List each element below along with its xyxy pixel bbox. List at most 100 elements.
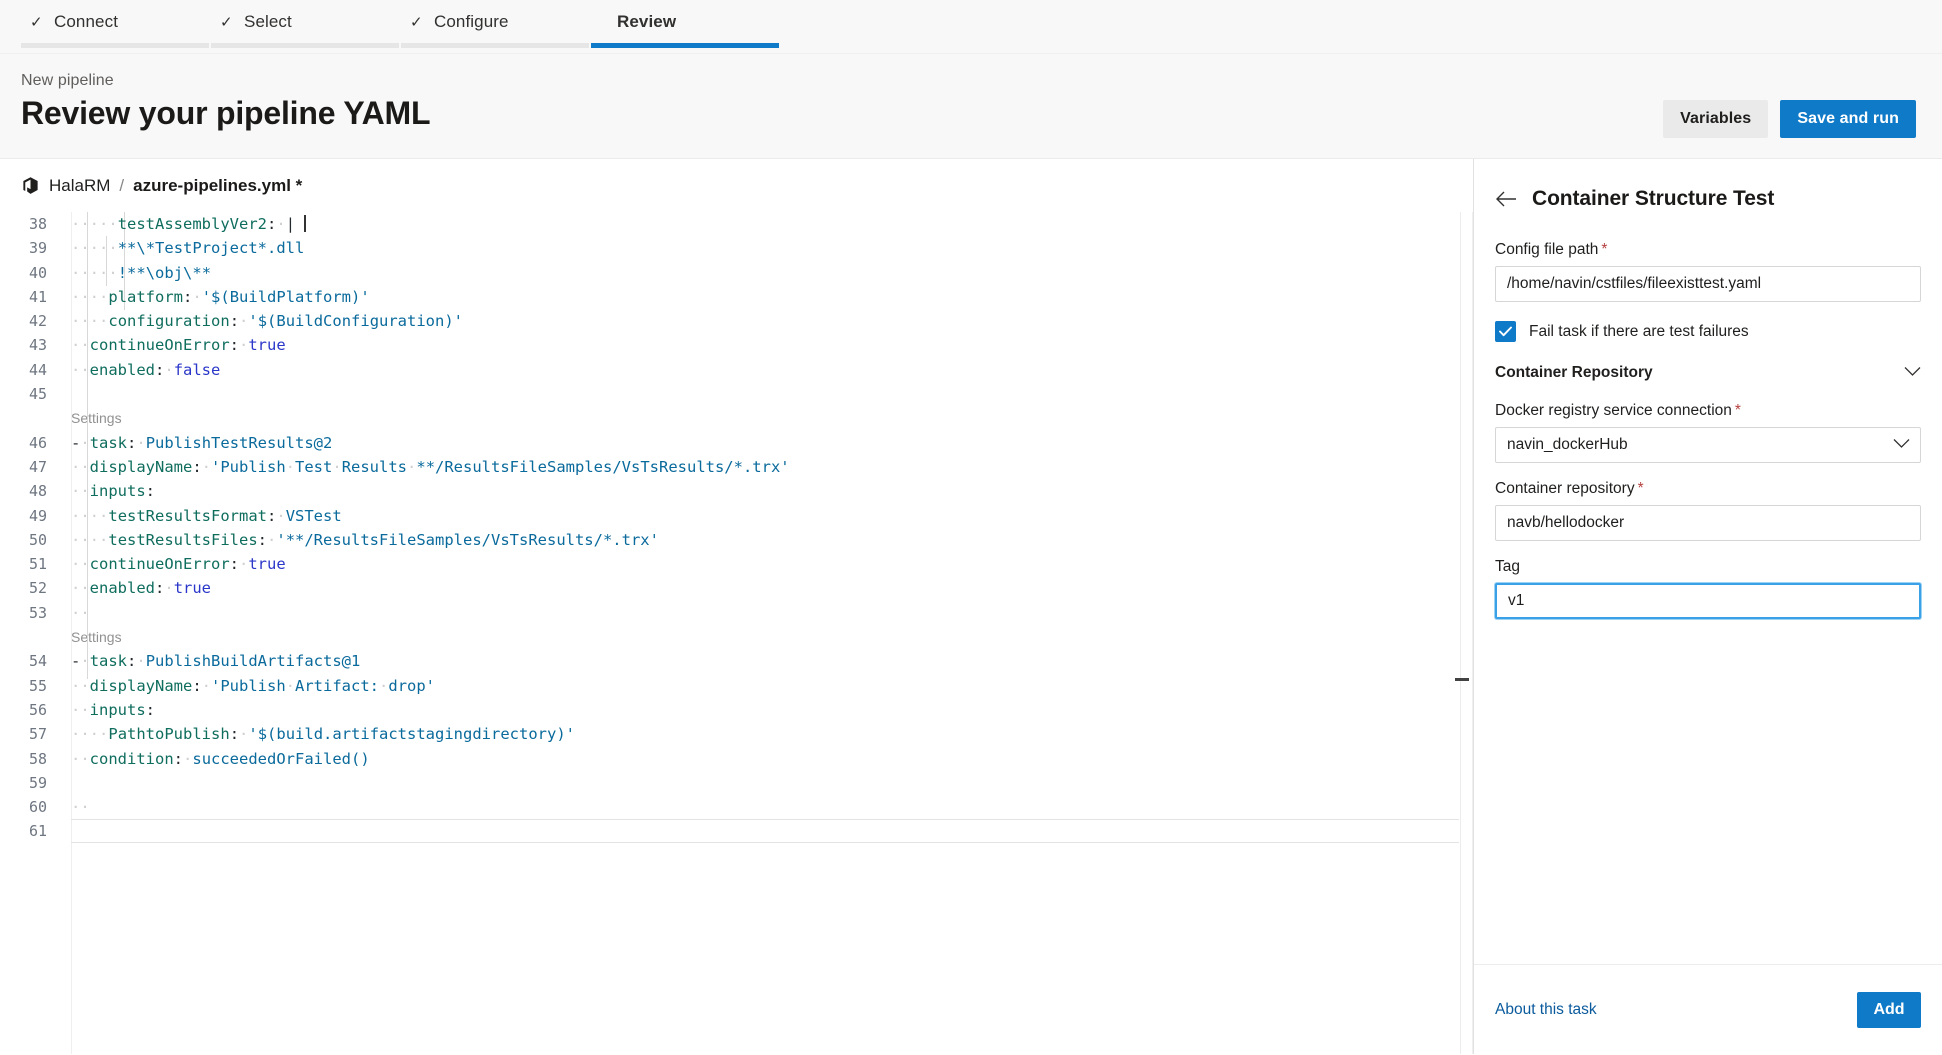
line-content: -·task:·PublishTestResults@2 xyxy=(56,431,1473,455)
code-line[interactable]: 38 ·····testAssemblyVer2:·| xyxy=(0,212,1473,236)
checkbox-checked-icon[interactable] xyxy=(1495,321,1516,342)
field-docker-registry-service-connection: Docker registry service connection* xyxy=(1495,402,1921,463)
code-line[interactable]: 61 xyxy=(0,819,1473,843)
back-arrow-icon[interactable] xyxy=(1495,188,1517,210)
line-number: 51 xyxy=(0,552,56,576)
code-line[interactable]: 55 ··displayName:·'Publish·Artifact:·dro… xyxy=(0,674,1473,698)
line-content: -·task:·PublishBuildArtifacts@1 xyxy=(56,649,1473,673)
azure-repos-icon xyxy=(21,176,40,195)
line-content: ····testResultsFormat:·VSTest xyxy=(56,504,1473,528)
codelens-settings-link[interactable]: Settings xyxy=(71,625,122,649)
code-line[interactable]: 44 ··enabled:·false xyxy=(0,358,1473,382)
line-number: 61 xyxy=(0,819,56,843)
code-line[interactable]: 39 ·····**\*TestProject*.dll xyxy=(0,236,1473,260)
code-line[interactable]: 47 ··displayName:·'Publish·Test·Results·… xyxy=(0,455,1473,479)
page-title: Review your pipeline YAML xyxy=(21,96,430,131)
line-content: ··displayName:·'Publish·Test·Results·**/… xyxy=(56,455,1473,479)
label-text: Docker registry service connection xyxy=(1495,402,1732,419)
add-button[interactable]: Add xyxy=(1857,992,1921,1028)
check-icon: ✓ xyxy=(410,15,425,30)
field-container-repository: Container repository* xyxy=(1495,480,1921,541)
code-line[interactable]: 41 ····platform:·'$(BuildPlatform)' xyxy=(0,285,1473,309)
code-line[interactable]: 50 ····testResultsFiles:·'**/ResultsFile… xyxy=(0,528,1473,552)
line-content: ··inputs: xyxy=(56,479,1473,503)
config-file-path-input[interactable] xyxy=(1495,266,1921,302)
docker-registry-select[interactable] xyxy=(1495,427,1921,463)
config-file-path-label: Config file path* xyxy=(1495,241,1921,259)
chevron-down-icon[interactable] xyxy=(1904,364,1921,382)
field-config-file-path: Config file path* xyxy=(1495,241,1921,302)
line-content: ·····testAssemblyVer2:·| xyxy=(56,212,1473,236)
code-line[interactable]: 56 ··inputs: xyxy=(0,698,1473,722)
tag-label: Tag xyxy=(1495,558,1921,576)
line-number: 45 xyxy=(0,382,56,406)
line-number: 48 xyxy=(0,479,56,503)
save-and-run-button[interactable]: Save and run xyxy=(1780,100,1916,138)
line-number: 59 xyxy=(0,771,56,795)
page-header: New pipeline Review your pipeline YAML V… xyxy=(0,54,1942,159)
line-content: ····PathtoPublish:·'$(build.artifactstag… xyxy=(56,722,1473,746)
line-number: 39 xyxy=(0,236,56,260)
wizard-step-configure[interactable]: ✓ Configure xyxy=(401,0,589,48)
code-line[interactable]: 48 ··inputs: xyxy=(0,479,1473,503)
line-content xyxy=(56,771,1473,795)
variables-button[interactable]: Variables xyxy=(1663,100,1768,138)
line-number: 40 xyxy=(0,261,56,285)
code-line[interactable]: 52 ··enabled:·true xyxy=(0,576,1473,600)
line-number: 44 xyxy=(0,358,56,382)
line-number: 46 xyxy=(0,431,56,455)
wizard-step-review[interactable]: Review xyxy=(591,0,779,48)
wizard-step-bar xyxy=(21,43,209,48)
code-line[interactable]: 42 ····configuration:·'$(BuildConfigurat… xyxy=(0,309,1473,333)
line-content: ··condition:·succeededOrFailed() xyxy=(56,747,1473,771)
file-breadcrumb-bar: HalaRM / azure-pipelines.yml * xyxy=(0,159,1473,212)
line-number: 50 xyxy=(0,528,56,552)
code-line[interactable]: 43 ··continueOnError:·true xyxy=(0,333,1473,357)
label-text: Config file path xyxy=(1495,241,1598,258)
codelens-row: Settings xyxy=(0,625,1473,649)
check-icon: ✓ xyxy=(220,15,235,30)
line-number: 38 xyxy=(0,212,56,236)
code-line[interactable]: 51 ··continueOnError:·true xyxy=(0,552,1473,576)
task-configuration-panel: Container Structure Test Config file pat… xyxy=(1474,159,1942,1054)
line-content: ··displayName:·'Publish·Artifact:·drop' xyxy=(56,674,1473,698)
code-line-selected[interactable]: 60 ·· xyxy=(0,795,1473,819)
wizard-step-bar xyxy=(401,43,589,48)
container-repository-input[interactable] xyxy=(1495,505,1921,541)
docker-registry-label: Docker registry service connection* xyxy=(1495,402,1921,420)
task-panel-title: Container Structure Test xyxy=(1532,187,1774,211)
line-number: 56 xyxy=(0,698,56,722)
wizard-step-connect[interactable]: ✓ Connect xyxy=(21,0,209,48)
code-line[interactable]: 57 ····PathtoPublish:·'$(build.artifacts… xyxy=(0,722,1473,746)
code-line[interactable]: 40 ·····!**\obj\** xyxy=(0,261,1473,285)
code-line[interactable]: 46 -·task:·PublishTestResults@2 xyxy=(0,431,1473,455)
code-line[interactable]: 53 ·· xyxy=(0,601,1473,625)
line-content: ··enabled:·true xyxy=(56,576,1473,600)
code-line[interactable]: 58 ··condition:·succeededOrFailed() xyxy=(0,747,1473,771)
codelens-settings-link[interactable]: Settings xyxy=(71,406,122,430)
tag-input[interactable] xyxy=(1495,583,1921,619)
line-content: ·· xyxy=(56,795,1473,819)
line-number: 57 xyxy=(0,722,56,746)
code-line[interactable]: 54 -·task:·PublishBuildArtifacts@1 xyxy=(0,649,1473,673)
yaml-code-editor[interactable]: 38 ·····testAssemblyVer2:·| 39 ·····**\*… xyxy=(0,212,1473,1054)
about-this-task-link[interactable]: About this task xyxy=(1495,1001,1597,1019)
code-line[interactable]: 59 xyxy=(0,771,1473,795)
line-number: 43 xyxy=(0,333,56,357)
wizard-step-select[interactable]: ✓ Select xyxy=(211,0,399,48)
line-number: 54 xyxy=(0,649,56,673)
line-number: 53 xyxy=(0,601,56,625)
line-content: ··continueOnError:·true xyxy=(56,333,1473,357)
code-line[interactable]: 45 xyxy=(0,382,1473,406)
line-number: 60 xyxy=(0,795,56,819)
wizard-step-label: Review xyxy=(617,12,676,32)
container-repository-section-header[interactable]: Container Repository xyxy=(1495,364,1921,382)
task-panel-header: Container Structure Test xyxy=(1474,159,1942,217)
code-line[interactable]: 49 ····testResultsFormat:·VSTest xyxy=(0,504,1473,528)
wizard-step-label: Select xyxy=(244,12,292,32)
line-content: ·····**\*TestProject*.dll xyxy=(56,236,1473,260)
repo-name[interactable]: HalaRM xyxy=(49,176,110,196)
fail-task-checkbox-row[interactable]: Fail task if there are test failures xyxy=(1495,321,1921,342)
line-number: 47 xyxy=(0,455,56,479)
fail-task-checkbox-label: Fail task if there are test failures xyxy=(1529,323,1749,341)
